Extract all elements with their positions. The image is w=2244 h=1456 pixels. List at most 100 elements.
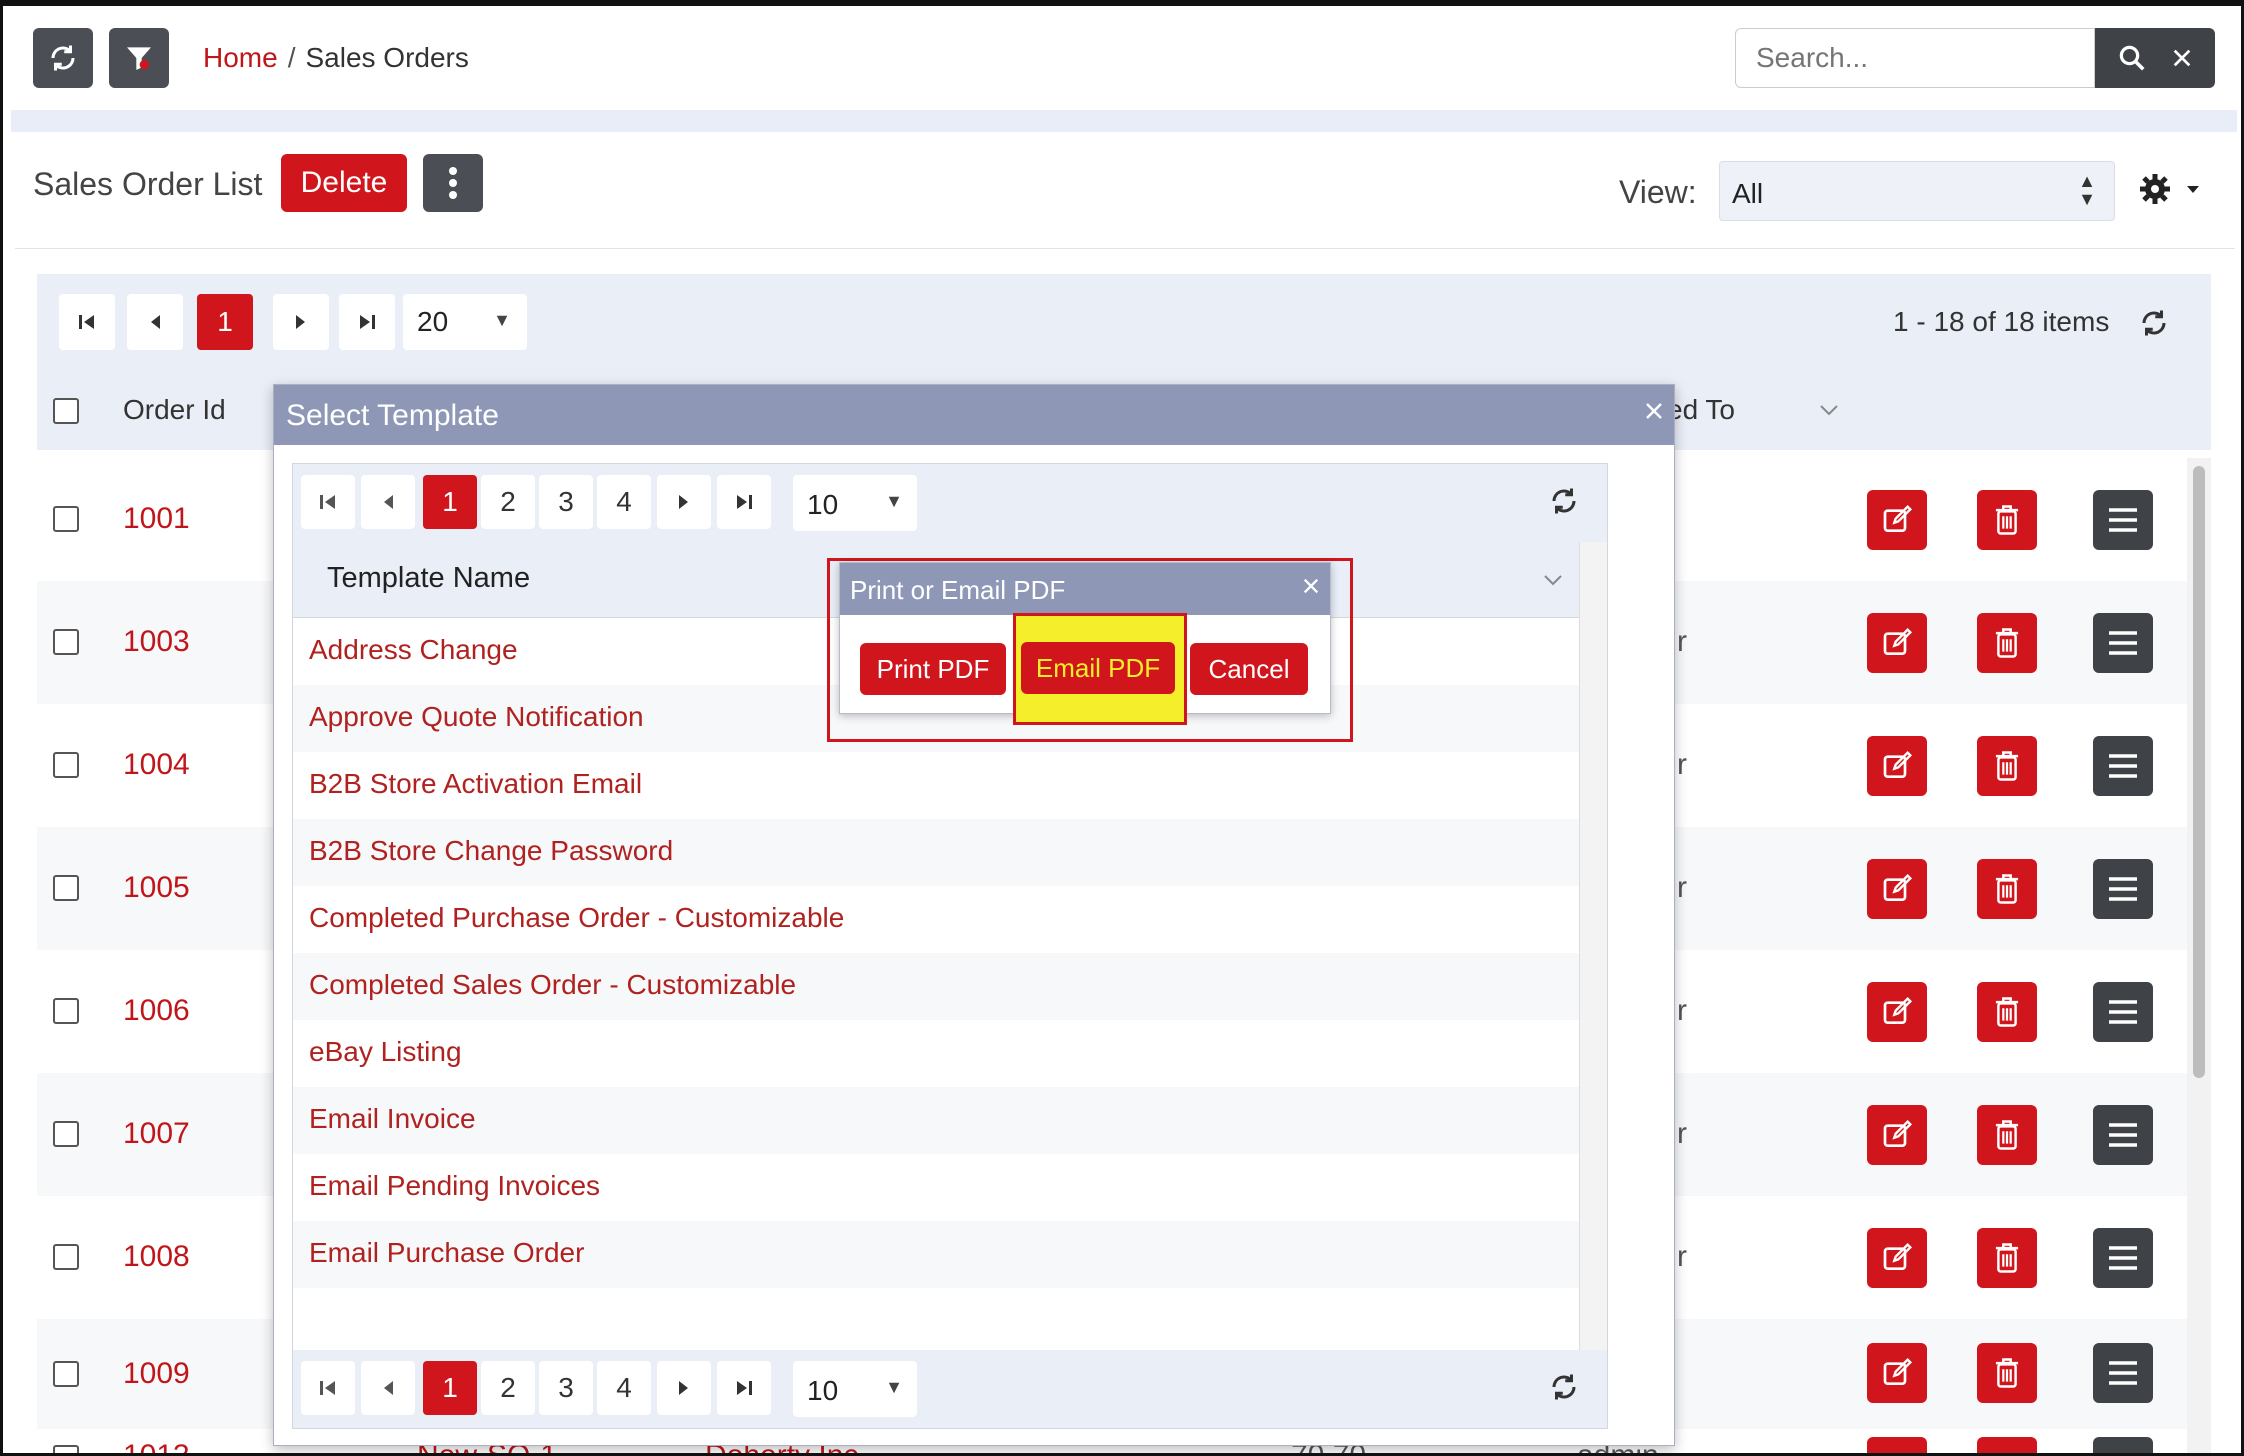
template-link[interactable]: Address Change: [309, 634, 518, 666]
row-checkbox[interactable]: [53, 1445, 79, 1453]
delete-row-button[interactable]: [1977, 1437, 2037, 1453]
page-2-button[interactable]: 2: [481, 1361, 535, 1415]
prev-page-button[interactable]: [361, 1361, 415, 1415]
email-pdf-button[interactable]: Email PDF: [1021, 642, 1175, 694]
row-menu-button[interactable]: [2093, 859, 2153, 919]
last-page-button[interactable]: [717, 1361, 771, 1415]
last-page-button[interactable]: [717, 475, 771, 529]
template-link[interactable]: Approve Quote Notification: [309, 701, 644, 733]
cancel-button[interactable]: Cancel: [1190, 643, 1308, 695]
edit-button[interactable]: [1867, 613, 1927, 673]
first-page-button[interactable]: [301, 1361, 355, 1415]
edit-button[interactable]: [1867, 1437, 1927, 1453]
chevron-down-icon[interactable]: [1543, 574, 1563, 586]
template-row[interactable]: eBay Listing: [293, 1020, 1581, 1087]
delete-row-button[interactable]: [1977, 859, 2037, 919]
row-menu-button[interactable]: [2093, 490, 2153, 550]
grid-scrollbar[interactable]: [2187, 458, 2211, 1453]
page-3-button[interactable]: 3: [539, 475, 593, 529]
close-icon[interactable]: [1644, 401, 1664, 421]
template-row[interactable]: Email Pending Invoices: [293, 1154, 1581, 1221]
row-checkbox[interactable]: [53, 1244, 79, 1270]
breadcrumb-home-link[interactable]: Home: [203, 42, 278, 73]
order-id-link[interactable]: 1013: [123, 1439, 190, 1453]
row-menu-button[interactable]: [2093, 1105, 2153, 1165]
edit-button[interactable]: [1867, 736, 1927, 796]
prev-page-button[interactable]: [127, 294, 183, 350]
last-page-button[interactable]: [339, 294, 395, 350]
template-scrollbar[interactable]: [1579, 542, 1607, 1352]
delete-row-button[interactable]: [1977, 982, 2037, 1042]
edit-button[interactable]: [1867, 1228, 1927, 1288]
order-id-link[interactable]: 1007: [123, 1117, 190, 1151]
print-pdf-button[interactable]: Print PDF: [860, 643, 1006, 695]
select-all-checkbox[interactable]: [53, 398, 79, 424]
refresh-icon[interactable]: [1549, 1372, 1579, 1402]
column-order-id[interactable]: Order Id: [123, 394, 226, 426]
column-assigned-to[interactable]: ed To: [1667, 394, 1735, 426]
order-id-link[interactable]: 1004: [123, 748, 190, 782]
template-link[interactable]: B2B Store Change Password: [309, 835, 673, 867]
refresh-icon[interactable]: [1549, 486, 1579, 516]
row-checkbox[interactable]: [53, 629, 79, 655]
order-id-link[interactable]: 1005: [123, 871, 190, 905]
delete-row-button[interactable]: [1977, 1105, 2037, 1165]
template-link[interactable]: Completed Purchase Order - Customizable: [309, 902, 844, 934]
page-4-button[interactable]: 4: [597, 475, 651, 529]
scrollbar-thumb[interactable]: [2193, 466, 2205, 1078]
template-row[interactable]: B2B Store Change Password: [293, 819, 1581, 886]
refresh-icon[interactable]: [2139, 308, 2169, 338]
row-checkbox[interactable]: [53, 875, 79, 901]
delete-row-button[interactable]: [1977, 1343, 2037, 1403]
first-page-button[interactable]: [59, 294, 115, 350]
page-1-button[interactable]: 1: [197, 294, 253, 350]
template-row[interactable]: Completed Purchase Order - Customizable: [293, 886, 1581, 953]
row-menu-button[interactable]: [2093, 1343, 2153, 1403]
row-checkbox[interactable]: [53, 1121, 79, 1147]
edit-button[interactable]: [1867, 490, 1927, 550]
order-id-link[interactable]: 1001: [123, 502, 190, 536]
delete-row-button[interactable]: [1977, 736, 2037, 796]
close-icon[interactable]: [1302, 577, 1320, 595]
column-template-name[interactable]: Template Name: [327, 562, 530, 595]
delete-row-button[interactable]: [1977, 490, 2037, 550]
row-checkbox[interactable]: [53, 506, 79, 532]
close-icon[interactable]: [2171, 47, 2193, 69]
template-link[interactable]: Completed Sales Order - Customizable: [309, 969, 796, 1001]
page-1-button[interactable]: 1: [423, 475, 477, 529]
page-size-select[interactable]: 10 ▼: [793, 475, 917, 531]
next-page-button[interactable]: [657, 1361, 711, 1415]
template-link[interactable]: Email Purchase Order: [309, 1237, 584, 1269]
edit-button[interactable]: [1867, 982, 1927, 1042]
order-id-link[interactable]: 1009: [123, 1357, 190, 1391]
row-menu-button[interactable]: [2093, 736, 2153, 796]
next-page-button[interactable]: [657, 475, 711, 529]
order-id-link[interactable]: 1003: [123, 625, 190, 659]
row-checkbox[interactable]: [53, 752, 79, 778]
first-page-button[interactable]: [301, 475, 355, 529]
prev-page-button[interactable]: [361, 475, 415, 529]
next-page-button[interactable]: [273, 294, 329, 350]
page-3-button[interactable]: 3: [539, 1361, 593, 1415]
search-icon[interactable]: [2117, 43, 2147, 73]
template-link[interactable]: B2B Store Activation Email: [309, 768, 642, 800]
delete-row-button[interactable]: [1977, 1228, 2037, 1288]
search-input[interactable]: [1735, 28, 2095, 88]
template-row[interactable]: B2B Store Activation Email: [293, 752, 1581, 819]
row-menu-button[interactable]: [2093, 1228, 2153, 1288]
template-link[interactable]: Email Invoice: [309, 1103, 476, 1135]
delete-button[interactable]: Delete: [281, 154, 407, 212]
edit-button[interactable]: [1867, 859, 1927, 919]
page-size-select[interactable]: 20 ▼: [403, 294, 527, 350]
template-row[interactable]: Completed Sales Order - Customizable: [293, 953, 1581, 1020]
page-size-select[interactable]: 10 ▼: [793, 1361, 917, 1417]
delete-row-button[interactable]: [1977, 613, 2037, 673]
template-row[interactable]: Email Purchase Order: [293, 1221, 1581, 1288]
row-menu-button[interactable]: [2093, 613, 2153, 673]
row-menu-button[interactable]: [2093, 1437, 2153, 1453]
page-4-button[interactable]: 4: [597, 1361, 651, 1415]
template-link[interactable]: eBay Listing: [309, 1036, 462, 1068]
row-checkbox[interactable]: [53, 998, 79, 1024]
page-1-button[interactable]: 1: [423, 1361, 477, 1415]
row-checkbox[interactable]: [53, 1361, 79, 1387]
